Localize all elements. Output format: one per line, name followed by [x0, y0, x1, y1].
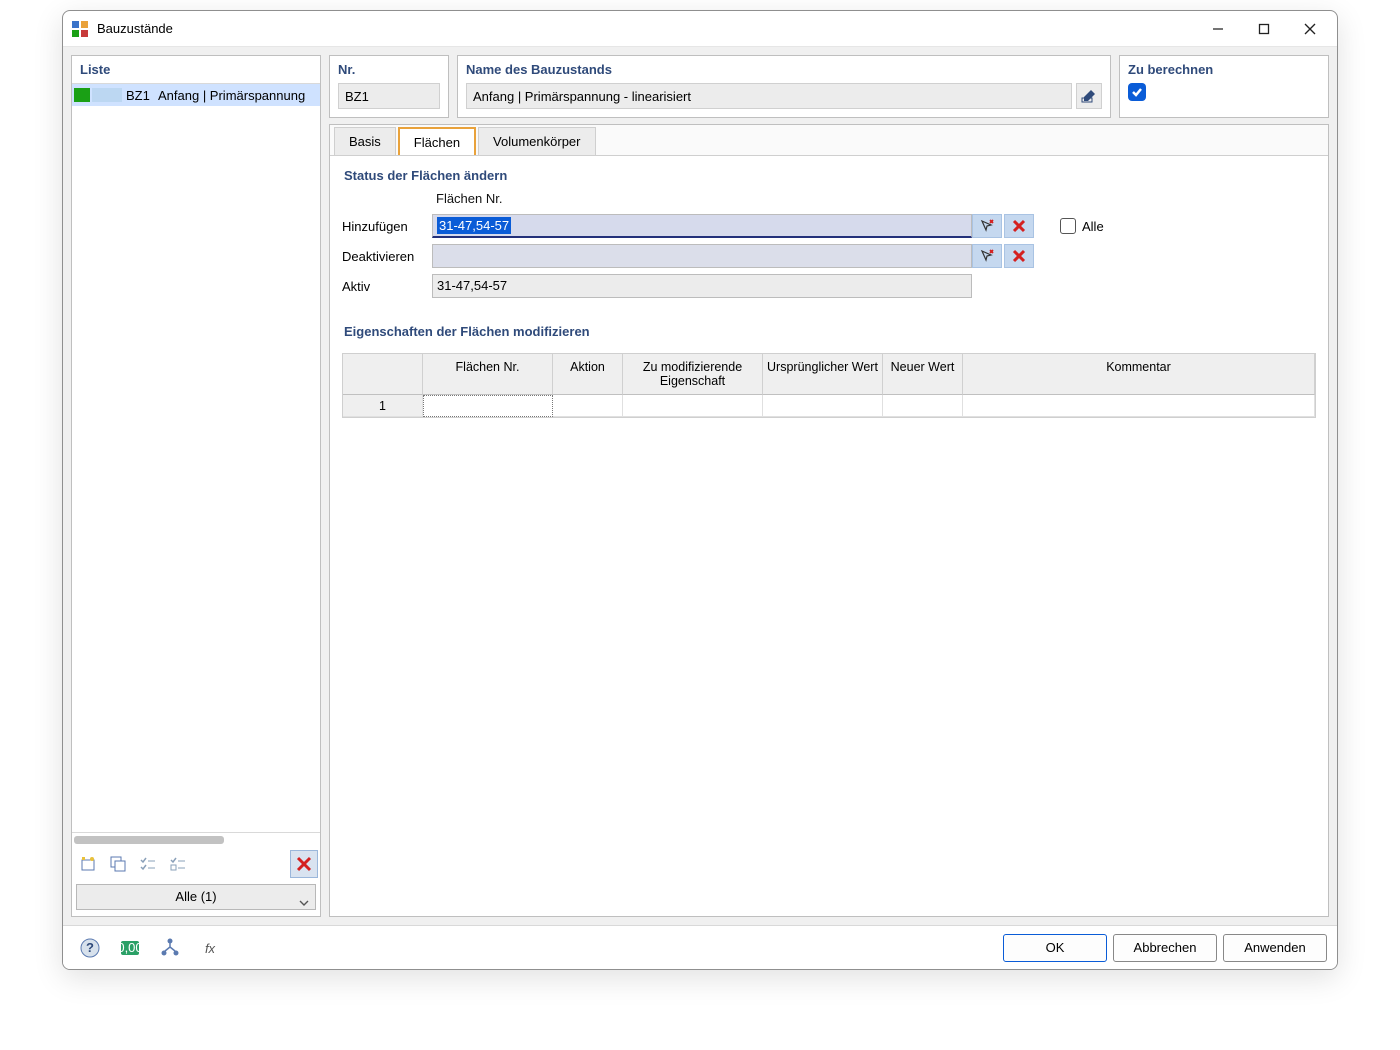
tree-button[interactable]	[153, 933, 187, 963]
cell-orig[interactable]	[763, 395, 883, 417]
deactivate-pick-button[interactable]	[972, 244, 1002, 268]
calc-header: Zu berechnen	[1120, 56, 1328, 79]
delete-item-button[interactable]	[290, 850, 318, 878]
color-swatch-icon	[92, 88, 122, 102]
horizontal-scrollbar[interactable]	[72, 832, 320, 846]
list-item-name: Anfang | Primärspannung	[158, 88, 318, 103]
deactivate-input[interactable]	[432, 244, 972, 268]
add-clear-button[interactable]	[1004, 214, 1034, 238]
tab-flaechen[interactable]: Flächen	[398, 127, 476, 156]
apply-button[interactable]: Anwenden	[1223, 934, 1327, 962]
alle-checkbox[interactable]	[1060, 218, 1076, 234]
ok-button[interactable]: OK	[1003, 934, 1107, 962]
col-aktion: Aktion	[553, 354, 623, 395]
active-label: Aktiv	[342, 279, 432, 294]
alle-label: Alle	[1082, 219, 1104, 234]
color-swatch-icon	[74, 88, 90, 102]
add-label: Hinzufügen	[342, 219, 432, 234]
close-button[interactable]	[1287, 13, 1333, 45]
name-header: Name des Bauzustands	[458, 56, 1110, 79]
add-input[interactable]: 31-47,54-57	[432, 214, 972, 238]
tab-basis[interactable]: Basis	[334, 127, 396, 155]
function-button[interactable]: fx	[193, 933, 227, 963]
name-field[interactable]: Anfang | Primärspannung - linearisiert	[466, 83, 1072, 109]
list-header: Liste	[72, 56, 320, 84]
cell-flaechen-nr[interactable]	[423, 395, 553, 417]
active-field: 31-47,54-57	[432, 274, 972, 298]
svg-text:0,00: 0,00	[119, 940, 141, 955]
nr-field[interactable]: BZ1	[338, 83, 440, 109]
col-new: Neuer Wert	[883, 354, 963, 395]
filter-select[interactable]: Alle (1)	[76, 884, 316, 910]
help-button[interactable]: ?	[73, 933, 107, 963]
table-row[interactable]: 1	[343, 395, 1315, 417]
cell-new[interactable]	[883, 395, 963, 417]
chevron-down-icon	[299, 892, 309, 916]
list-pane: Liste BZ1 Anfang | Primärspannung	[71, 55, 321, 917]
add-pick-button[interactable]	[972, 214, 1002, 238]
col-comment: Kommentar	[963, 354, 1315, 395]
status-section-header: Status der Flächen ändern	[334, 160, 1324, 191]
window-title: Bauzustände	[97, 21, 1195, 36]
checklist-button[interactable]	[134, 850, 162, 878]
deactivate-label: Deaktivieren	[342, 249, 432, 264]
calc-checkbox[interactable]	[1128, 83, 1146, 101]
cancel-button[interactable]: Abbrechen	[1113, 934, 1217, 962]
filter-select-label: Alle (1)	[175, 889, 216, 904]
nr-header: Nr.	[330, 56, 448, 79]
col-orig: Ursprünglicher Wert	[763, 354, 883, 395]
maximize-button[interactable]	[1241, 13, 1287, 45]
tab-volumenkoerper[interactable]: Volumenkörper	[478, 127, 595, 155]
props-grid[interactable]: Flächen Nr. Aktion Zu modifizierende Eig…	[342, 353, 1316, 418]
cell-comment[interactable]	[963, 395, 1315, 417]
list-item-id: BZ1	[126, 88, 158, 103]
cell-prop[interactable]	[623, 395, 763, 417]
list-item[interactable]: BZ1 Anfang | Primärspannung	[72, 84, 320, 106]
row-number: 1	[343, 395, 423, 417]
svg-text:fx: fx	[205, 941, 216, 956]
app-icon	[71, 20, 89, 38]
checklist-alt-button[interactable]	[164, 850, 192, 878]
flaechen-nr-col-header: Flächen Nr.	[432, 191, 972, 208]
minimize-button[interactable]	[1195, 13, 1241, 45]
edit-name-button[interactable]	[1076, 83, 1102, 109]
col-flaechen-nr: Flächen Nr.	[423, 354, 553, 395]
cell-aktion[interactable]	[553, 395, 623, 417]
units-button[interactable]: 0,00	[113, 933, 147, 963]
copy-item-button[interactable]	[104, 850, 132, 878]
col-prop: Zu modifizierende Eigenschaft	[623, 354, 763, 395]
new-item-button[interactable]	[74, 850, 102, 878]
deactivate-clear-button[interactable]	[1004, 244, 1034, 268]
props-section-header: Eigenschaften der Flächen modifizieren	[334, 316, 1324, 347]
svg-text:?: ?	[86, 940, 94, 955]
